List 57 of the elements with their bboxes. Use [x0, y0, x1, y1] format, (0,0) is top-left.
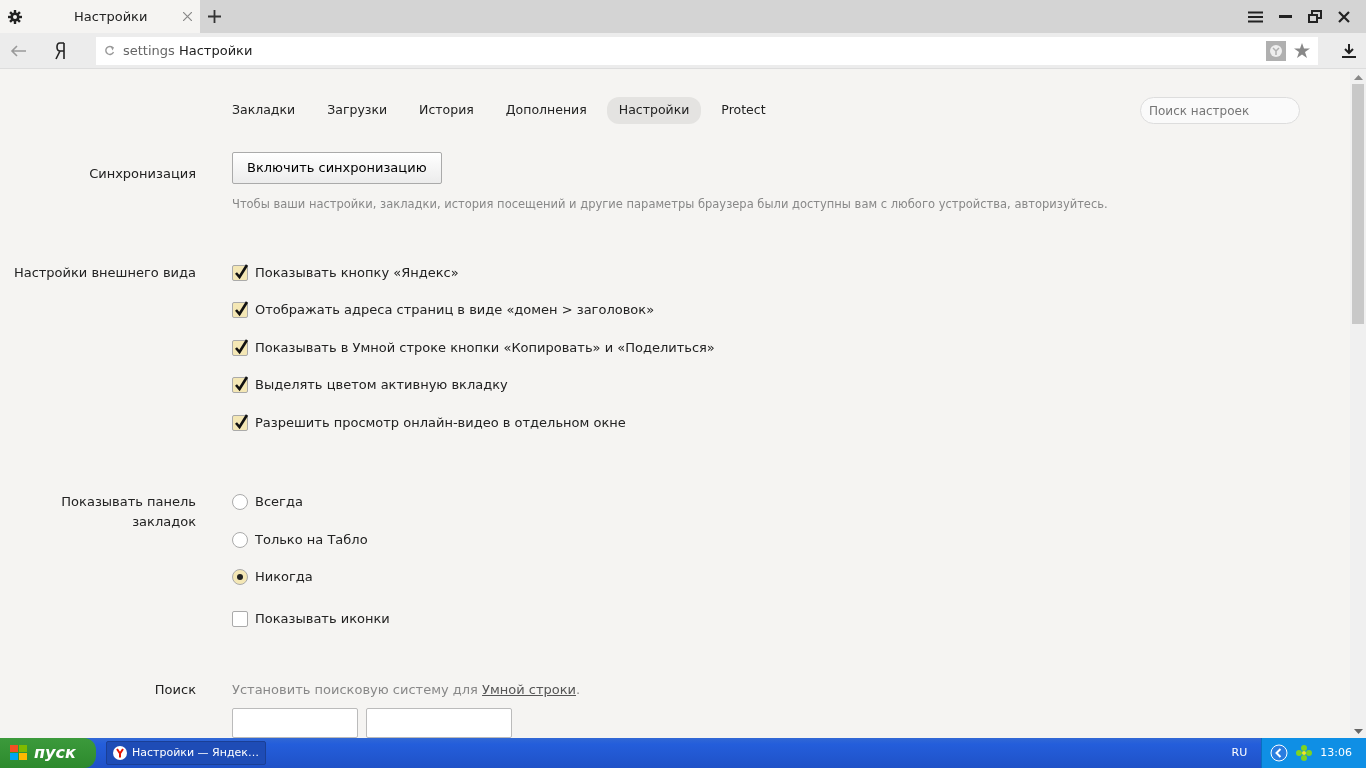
back-arrow-icon[interactable] [10, 44, 26, 57]
settings-tab[interactable]: Загрузки [315, 97, 400, 124]
start-button[interactable]: пуск [0, 738, 96, 768]
option-label: Показывать кнопку «Яндекс» [255, 263, 459, 282]
checkbox[interactable] [232, 377, 248, 393]
radio-button[interactable] [232, 494, 248, 510]
star-icon[interactable] [1294, 42, 1310, 59]
menu-icon[interactable] [1248, 10, 1263, 23]
scroll-up-icon[interactable] [1353, 75, 1363, 80]
reload-icon[interactable] [104, 45, 115, 56]
address-text: settings Настройки [123, 41, 253, 60]
checkbox[interactable] [232, 264, 248, 281]
settings-search-field[interactable]: Поиск настроек [1140, 97, 1300, 124]
close-icon[interactable] [1338, 10, 1350, 23]
scroll-down-icon[interactable] [1353, 729, 1363, 734]
restore-icon[interactable] [1308, 10, 1322, 23]
option-label: Выделять цветом активную вкладку [255, 376, 508, 395]
section-label: Синхронизация [88, 165, 196, 183]
windows-logo-icon [10, 745, 28, 761]
section-label: Показывать панель закладок [60, 493, 196, 531]
hint-text: Чтобы ваши настройки, закладки, история посещений и другие параметры браузера были доступны вам с любого устройства, авторизуйтесь. [232, 195, 1109, 213]
settings-tab[interactable]: Protect [709, 97, 778, 124]
chevron-left-icon[interactable] [1270, 744, 1289, 762]
gear-icon[interactable] [8, 9, 22, 24]
section-label: Настройки внешнего вида [12, 263, 196, 282]
settings-tab[interactable]: Настройки [606, 97, 702, 124]
protect-shield-icon[interactable] [1266, 40, 1286, 61]
address-bar[interactable]: settings Настройки [96, 36, 1318, 65]
browser-logo-icon [113, 746, 127, 760]
option-label: Только на Табло [255, 530, 368, 549]
yandex-logo-icon[interactable] [54, 41, 68, 60]
language-indicator[interactable]: RU [1231, 744, 1248, 762]
search-engine-text: Установить поисковую систему для Умной строки. [232, 681, 582, 700]
settings-tab[interactable]: Закладки [220, 97, 308, 124]
download-icon[interactable] [1342, 43, 1356, 58]
radio-button[interactable] [232, 569, 248, 585]
radio-button[interactable] [232, 531, 248, 548]
option-label: Всегда [255, 493, 303, 512]
option-label: Отображать адреса страниц в виде «домен > заголовок» [255, 301, 655, 320]
checkbox[interactable] [232, 302, 248, 318]
flower-icon[interactable] [1296, 745, 1313, 761]
option-label: Никогда [255, 568, 313, 587]
section-label: Поиск [153, 681, 196, 700]
checkbox[interactable] [232, 414, 248, 431]
smart-bar-link[interactable]: Умной строки [482, 682, 577, 698]
option-label: Показывать в Умной строке кнопки «Копировать» и «Поделиться» [255, 338, 715, 357]
clock: 13:06 [1320, 744, 1352, 761]
checkbox[interactable] [232, 339, 248, 356]
settings-tab[interactable]: Дополнения [493, 97, 599, 124]
checkbox[interactable] [232, 610, 248, 627]
settings-tab[interactable]: История [407, 97, 486, 124]
option-label: Показывать иконки [255, 609, 390, 628]
new-tab-icon[interactable] [208, 10, 221, 23]
option-label: Разрешить просмотр онлайн-видео в отдельном окне [255, 413, 626, 432]
sync-button[interactable]: Включить синхронизацию [232, 152, 442, 184]
scrollbar-thumb[interactable] [1352, 84, 1364, 324]
taskbar-window-button[interactable]: Настройки — Яндек… [106, 741, 266, 765]
